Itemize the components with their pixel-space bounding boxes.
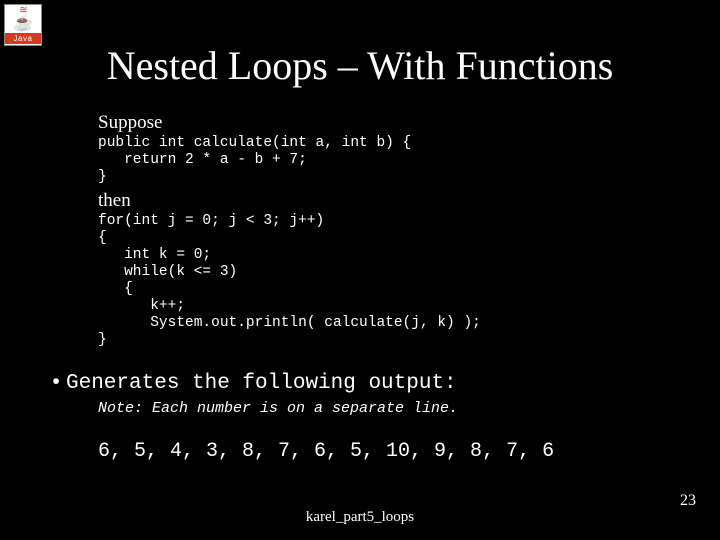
code-loop: for(int j = 0; j < 3; j++) { int k = 0; … xyxy=(98,213,658,349)
suppose-label: Suppose xyxy=(98,112,658,134)
note-line: Note: Each number is on a separate line. xyxy=(98,400,458,417)
slide-body: Suppose public int calculate(int a, int … xyxy=(98,112,658,353)
java-logo: ≋ ☕ Java xyxy=(4,4,42,46)
slide: ≋ ☕ Java Nested Loops – With Functions S… xyxy=(0,0,720,540)
bullet-generates: •Generates the following output: xyxy=(46,372,686,395)
slide-title: Nested Loops – With Functions xyxy=(0,42,720,89)
footer-text: karel_part5_loops xyxy=(0,509,720,526)
code-calculate: public int calculate(int a, int b) { ret… xyxy=(98,135,658,186)
bullet-icon: • xyxy=(46,372,66,395)
then-label: then xyxy=(98,190,658,212)
java-cup-icon: ☕ xyxy=(13,17,33,31)
output-sequence: 6, 5, 4, 3, 8, 7, 6, 5, 10, 9, 8, 7, 6 xyxy=(98,440,554,463)
page-number: 23 xyxy=(680,492,696,510)
bullet-text: Generates the following output: xyxy=(66,372,457,395)
